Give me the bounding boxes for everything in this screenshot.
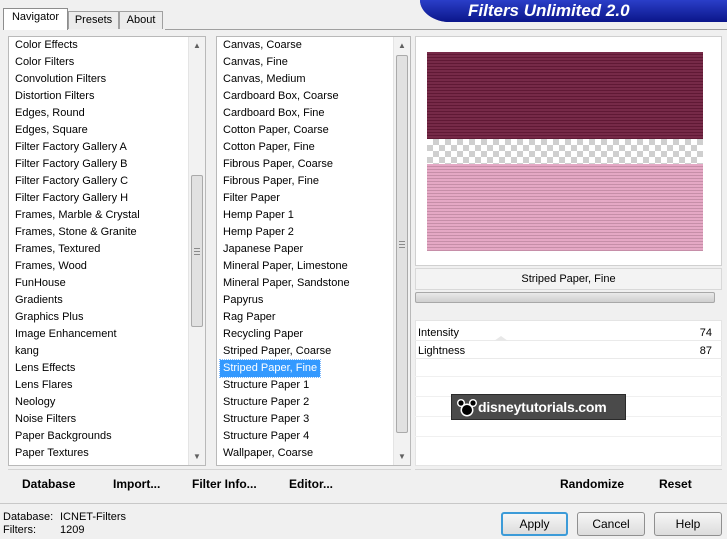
filter-list-item[interactable]: Mineral Paper, Sandstone — [220, 275, 353, 292]
lightness-label: Lightness — [418, 345, 466, 357]
category-list-item[interactable]: Frames, Stone & Granite — [12, 224, 140, 241]
database-button[interactable]: Database — [22, 476, 75, 492]
watermark-logo: disneytutorials.com — [451, 394, 626, 420]
category-list-item[interactable]: Edges, Round — [12, 105, 88, 122]
app-title: Filters Unlimited 2.0 — [468, 1, 630, 20]
category-list-item[interactable]: Color Filters — [12, 54, 77, 71]
category-list-item[interactable]: Frames, Wood — [12, 258, 90, 275]
filters-count-value: 1209 — [60, 524, 85, 536]
preview-light-texture — [427, 164, 703, 251]
watermark-text: disneytutorials.com — [478, 399, 607, 415]
filter-list-item[interactable]: Papyrus — [220, 292, 266, 309]
category-list-item[interactable]: Lens Flares — [12, 377, 75, 394]
param-slider-thumb[interactable] — [494, 336, 508, 341]
category-list-item[interactable]: Noise Filters — [12, 411, 79, 428]
filter-list-item[interactable]: Structure Paper 1 — [220, 377, 312, 394]
filter-list-item[interactable]: Cardboard Box, Fine — [220, 105, 328, 122]
preview-dark-texture — [427, 52, 703, 139]
filter-list-item[interactable]: Japanese Paper — [220, 241, 306, 258]
filter-list[interactable]: Canvas, Coarse Canvas, Fine Canvas, Medium… — [216, 36, 411, 466]
import-button[interactable]: Import... — [113, 476, 160, 492]
tab-navigator[interactable]: Navigator — [3, 8, 68, 30]
filter-list-item[interactable]: Hemp Paper 1 — [220, 207, 297, 224]
filter-list-item[interactable]: Wallpaper, Coarse — [220, 445, 316, 462]
category-list-item[interactable]: Filter Factory Gallery B — [12, 156, 130, 173]
filter-list-item[interactable]: Recycling Paper — [220, 326, 306, 343]
category-list-item[interactable]: FunHouse — [12, 275, 69, 292]
filter-list-item[interactable]: Hemp Paper 2 — [220, 224, 297, 241]
transparency-checker — [427, 139, 703, 164]
category-list-item[interactable]: Distortion Filters — [12, 88, 97, 105]
category-list-item[interactable]: Edges, Square — [12, 122, 91, 139]
tab-presets[interactable]: Presets — [68, 11, 119, 29]
category-list-item[interactable]: kang — [12, 343, 42, 360]
reset-button[interactable]: Reset — [659, 476, 692, 492]
filter-list-item[interactable]: Canvas, Fine — [220, 54, 291, 71]
category-list-item[interactable]: Filter Factory Gallery A — [12, 139, 130, 156]
filter-list-item[interactable]: Rag Paper — [220, 309, 279, 326]
scroll-down-icon[interactable]: ▼ — [394, 448, 410, 465]
category-list-item[interactable]: Image Enhancement — [12, 326, 120, 343]
filter-list-item[interactable]: Structure Paper 2 — [220, 394, 312, 411]
category-list-item[interactable]: Gradients — [12, 292, 66, 309]
category-list-item[interactable]: Filter Factory Gallery C — [12, 173, 131, 190]
category-list-item[interactable]: Color Effects — [12, 37, 81, 54]
param-panel — [415, 320, 722, 466]
category-list-item[interactable]: Frames, Textured — [12, 241, 103, 258]
category-list-item[interactable]: Paper Backgrounds — [12, 428, 115, 445]
filter-list-item[interactable]: Mineral Paper, Limestone — [220, 258, 351, 275]
filter-list-item[interactable]: Striped Paper, Fine — [218, 359, 322, 378]
cancel-button[interactable]: Cancel — [577, 512, 645, 536]
filter-list-item[interactable]: Cotton Paper, Fine — [220, 139, 318, 156]
filter-list-item[interactable]: Cotton Paper, Coarse — [220, 122, 332, 139]
randomize-button[interactable]: Randomize — [560, 476, 624, 492]
tab-about[interactable]: About — [119, 11, 163, 29]
filter-list-item[interactable]: Striped Paper, Coarse — [220, 343, 334, 360]
filter-scrollbar[interactable]: ▲ ▼ — [393, 37, 410, 465]
category-list-item[interactable]: Filter Factory Gallery H — [12, 190, 131, 207]
intensity-value[interactable]: 74 — [690, 326, 712, 340]
category-list-item[interactable]: Convolution Filters — [12, 71, 109, 88]
scroll-down-icon[interactable]: ▼ — [189, 448, 205, 465]
category-list-item[interactable]: Neology — [12, 394, 58, 411]
progress-bar — [415, 292, 715, 303]
filter-list-item[interactable]: Canvas, Medium — [220, 71, 309, 88]
help-button[interactable]: Help — [654, 512, 722, 536]
filter-list-item[interactable]: Cardboard Box, Coarse — [220, 88, 342, 105]
selected-filter-name: Striped Paper, Fine — [521, 273, 616, 285]
category-scrollbar[interactable]: ▲ ▼ — [188, 37, 205, 465]
filter-list-item[interactable]: Structure Paper 4 — [220, 428, 312, 445]
filter-info-button[interactable]: Filter Info... — [192, 476, 257, 492]
category-list-item[interactable]: Graphics Plus — [12, 309, 86, 326]
lightness-value[interactable]: 87 — [690, 344, 712, 358]
preview-image — [427, 52, 703, 251]
filter-list-item[interactable]: Fibrous Paper, Fine — [220, 173, 322, 190]
filter-list-item[interactable]: Canvas, Coarse — [220, 37, 305, 54]
filters-count-label: Filters: — [3, 524, 36, 536]
intensity-label: Intensity — [418, 327, 459, 339]
scroll-up-icon[interactable]: ▲ — [189, 37, 205, 54]
category-list-item[interactable]: Paper Textures — [12, 445, 92, 462]
filter-list-item[interactable]: Structure Paper 3 — [220, 411, 312, 428]
database-value: ICNET-Filters — [60, 511, 126, 523]
category-list[interactable]: Color Effects Color Filters Convolution Fi… — [8, 36, 206, 466]
title-banner: Filters Unlimited 2.0 — [420, 0, 727, 22]
scroll-thumb[interactable] — [396, 55, 408, 433]
filter-list-item[interactable]: Filter Paper — [220, 190, 283, 207]
filter-list-item[interactable]: Fibrous Paper, Coarse — [220, 156, 336, 173]
filter-name-box: Striped Paper, Fine — [415, 268, 722, 290]
scroll-up-icon[interactable]: ▲ — [394, 37, 410, 54]
editor-button[interactable]: Editor... — [289, 476, 333, 492]
mickey-icon — [457, 399, 477, 417]
apply-button[interactable]: Apply — [501, 512, 568, 536]
database-label: Database: — [3, 511, 54, 523]
category-list-item[interactable]: Frames, Marble & Crystal — [12, 207, 143, 224]
scroll-thumb[interactable] — [191, 175, 203, 327]
category-list-item[interactable]: Lens Effects — [12, 360, 78, 377]
